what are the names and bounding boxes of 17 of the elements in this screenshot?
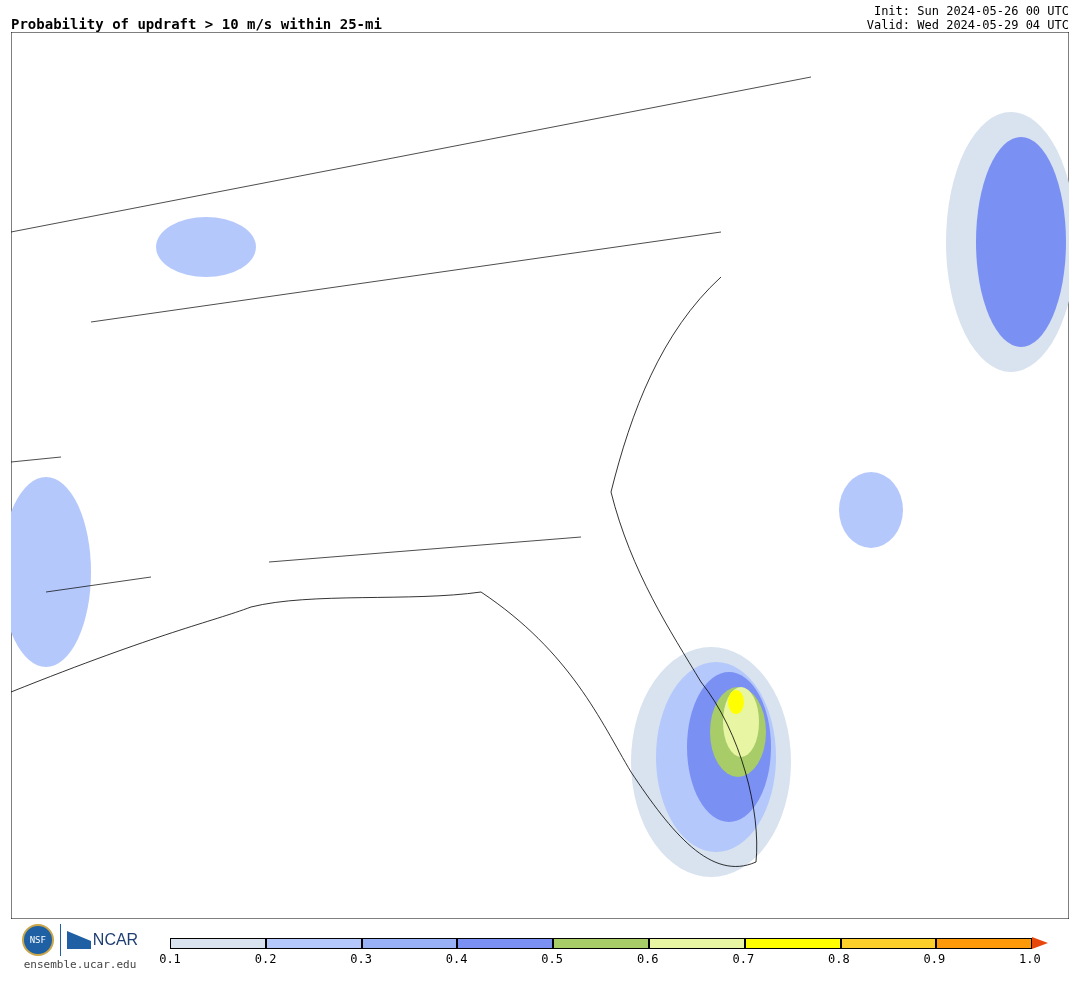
colorbar-tick-label: 0.8 <box>827 952 851 966</box>
colorbar-tick-label: 1.0 <box>1018 952 1042 966</box>
ncar-logo: NCAR <box>92 931 139 949</box>
colorbar-tick-label: 0.4 <box>444 952 469 966</box>
valid-time: Valid: Wed 2024-05-29 04 UTC <box>866 18 1069 32</box>
colorbar-tick-label: 0.2 <box>253 952 278 966</box>
colorbar-tick-label: 0.6 <box>635 952 660 966</box>
colorbar-tick-label: 0.9 <box>922 952 947 966</box>
colorbar-tick-label: 0.5 <box>540 952 565 966</box>
site-url: ensemble.ucar.edu <box>23 958 137 971</box>
plot-title: Probability of updraft > 10 m/s within 25-mi <box>11 16 382 32</box>
colorbar-tick-label: 0.3 <box>349 952 373 966</box>
colorbar-tick-label: 0.7 <box>731 952 756 966</box>
colorbar-tick-label: 0.1 <box>158 952 182 966</box>
init-time: Init: Sun 2024-05-26 00 UTC <box>873 4 1069 18</box>
flag-icon <box>66 931 91 949</box>
nsf-logo: NSF <box>21 924 54 956</box>
